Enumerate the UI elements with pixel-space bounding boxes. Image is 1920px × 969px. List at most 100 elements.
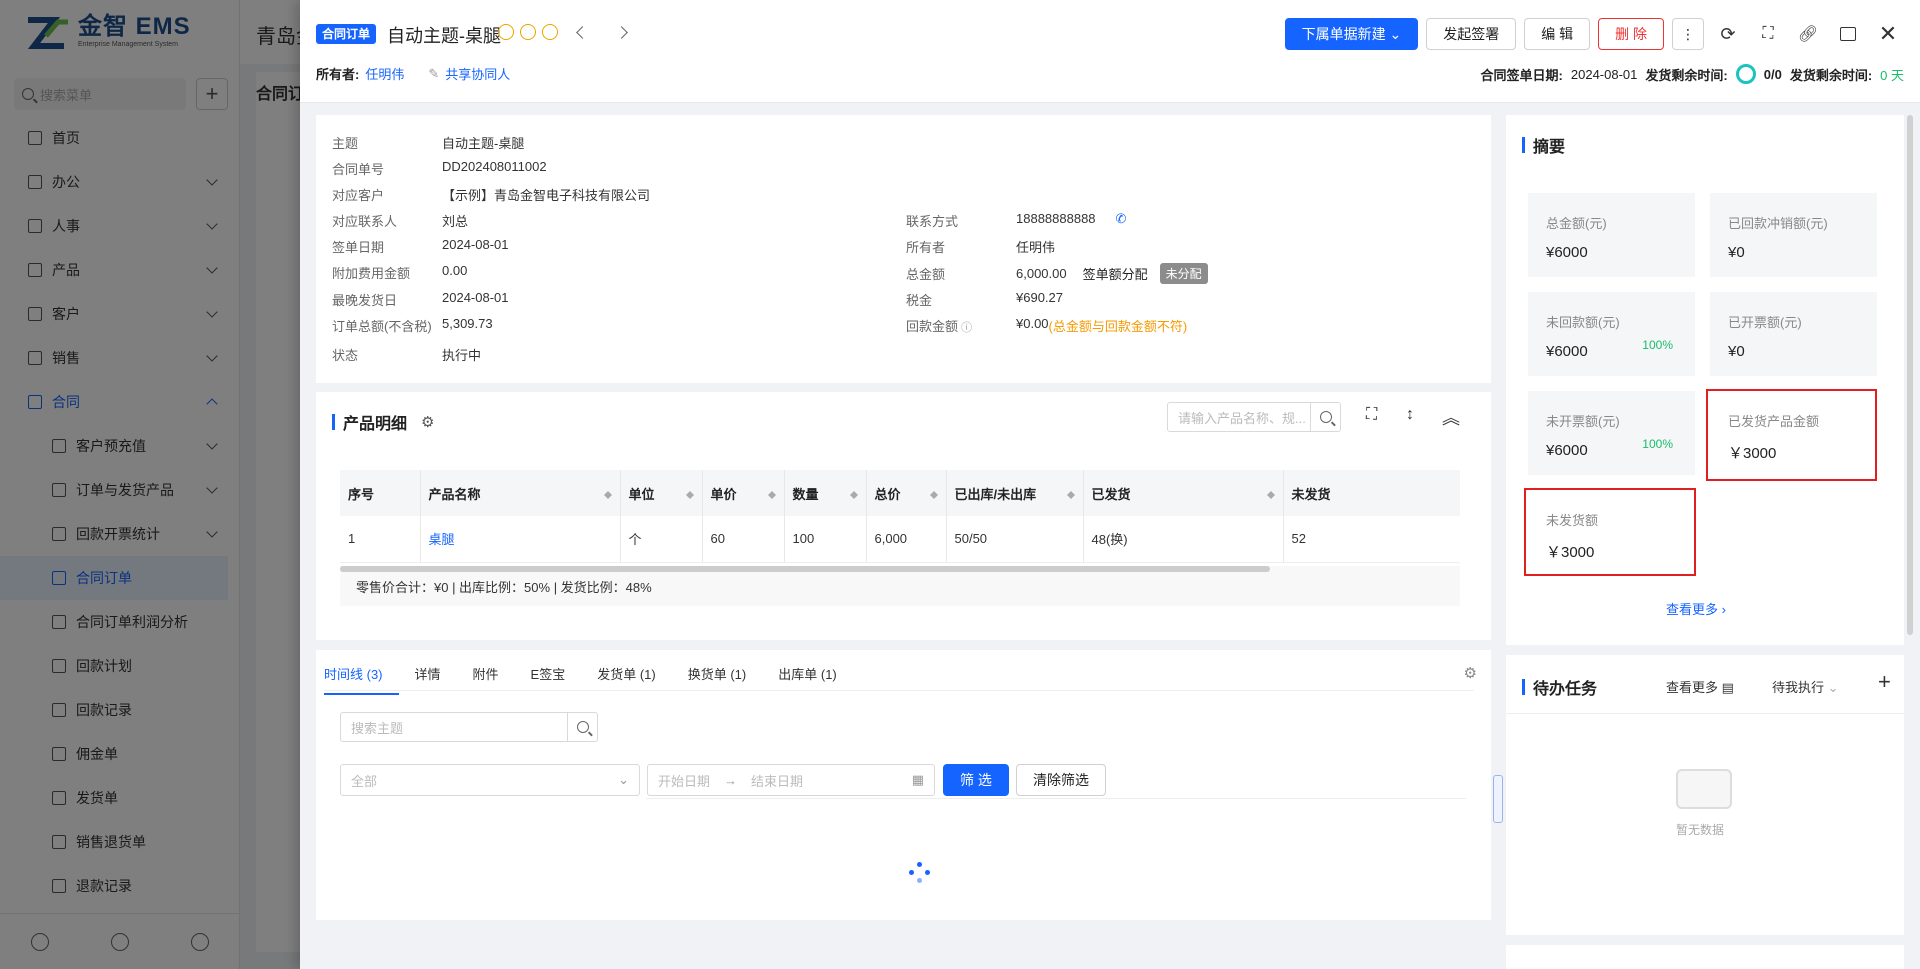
window-mode-button[interactable] [1832,18,1864,50]
window-icon [1840,27,1856,41]
sort-icon[interactable] [767,487,776,499]
summary-card: 摘要 总金额(元) ¥6000 已回款冲销额(元) ¥0 未回款额(元) ¥6000 1… [1506,115,1904,645]
side-panel-toggle[interactable] [1493,775,1503,823]
help-icon[interactable]: ⓘ [958,322,972,334]
col-header[interactable]: 单价 [702,470,785,516]
col-header[interactable]: 数量 [784,470,867,516]
sort-icon[interactable] [1266,487,1275,499]
fullscreen-icon: ⛶ [1762,25,1774,42]
approval-icon[interactable] [520,24,536,40]
search-button[interactable] [567,713,597,741]
search-icon [576,721,589,733]
vertical-scrollbar[interactable] [1907,115,1913,635]
delete-button[interactable]: 删 除 [1598,18,1664,50]
col-header[interactable]: 产品名称 [420,470,621,516]
col-header[interactable]: 已出库/未出库 [946,470,1084,516]
ship-days: 0 天 [1880,67,1904,83]
owner-row: 所有者: 任明伟 ✎ 共享协同人 [316,64,510,83]
start-sign-button[interactable]: 发起签署 [1426,18,1517,50]
table-row: 1 桌腿 个 60 100 6,000 50/50 48(换) 52 [340,516,1460,563]
timeline-search-input[interactable]: 搜索主题 [340,712,598,742]
info-field: 对应客户 【示例】青岛金智电子科技有限公司 [332,185,650,204]
customer-link[interactable]: 【示例】青岛金智电子科技有限公司 [442,185,650,204]
info-field: 状态 执行中 [332,345,481,364]
filter-divider [646,798,1466,799]
sort-icon[interactable] [603,487,612,499]
col-header[interactable]: 已发货 [1083,470,1284,516]
empty-box-icon [1676,769,1732,809]
todo-more-link[interactable]: 查看更多 ▤ [1666,677,1734,696]
col-header[interactable]: 单位 [620,470,703,516]
product-link[interactable]: 桌腿 [429,532,455,547]
close-icon: ✕ [1878,21,1898,46]
search-button[interactable] [1310,403,1340,431]
col-header: 未发货 [1283,470,1460,516]
ship-ratio: 0/0 [1763,66,1782,82]
follow-icon[interactable] [542,24,558,40]
phone-icon[interactable]: ✆ [1116,211,1127,230]
todo-title: 待办任务 [1522,675,1597,699]
todo-filter-select[interactable]: 待我执行 ⌄ [1772,677,1839,696]
chevron-right-icon[interactable] [615,25,628,39]
info-field: 合同单号 DD202408011002 [332,159,547,177]
date-range-picker[interactable]: 开始日期 → 结束日期 ▦ [647,764,935,796]
record-type-tag: 合同订单 [316,24,377,44]
table-summary: 零售价合计：¥0 | 出库比例：50% | 发货比例：48% [340,566,1460,606]
progress-ring-icon [1735,64,1756,84]
edit-button[interactable]: 编 辑 [1524,18,1591,50]
info-field: 总金额 6,000.00 签单额分配 未分配 [906,263,1208,284]
new-sub-document-button[interactable]: 下属单据新建 ⌄ [1284,18,1419,50]
chevron-down-icon: ⌄ [618,772,629,787]
owner-link[interactable]: 任明伟 [365,64,404,83]
more-actions-button[interactable]: ⋮ [1672,18,1704,50]
close-button[interactable]: ✕ [1872,18,1904,50]
sort-icon[interactable] [685,487,694,499]
info-field: 税金 ¥690.27 [906,290,1063,308]
highlight-box [1706,389,1877,481]
header-meta: 合同签单日期: 2024-08-01 发货剩余时间: 0/0 发货剩余时间: 0… [1481,64,1904,84]
search-icon [1319,411,1332,423]
fullscreen-icon[interactable]: ⛶ [1366,406,1377,424]
summary-stat: 总金额(元) ¥6000 [1528,193,1695,277]
start-date-placeholder: 开始日期 [658,773,711,789]
header-actions: 下属单据新建 ⌄ 发起签署 编 辑 删 除 ⋮ ⟳ ⛶ 🔗︎ ✕ [1284,18,1904,50]
detail-drawer: 合同订单 自动主题-桌腿 下属单据新建 ⌄ 发起签署 编 辑 删 除 ⋮ ⟳ ⛶… [300,0,1920,969]
clear-filter-button[interactable]: 清除筛选 [1016,764,1106,796]
sort-icon[interactable] [1066,487,1075,499]
sort-icon[interactable] [929,487,938,499]
contact-link[interactable]: 刘总 [442,211,468,230]
info-field: 签单日期 2024-08-01 [332,237,509,255]
share-collaborator-link[interactable]: 共享协同人 [445,64,510,83]
type-select[interactable]: 全部 ⌄ [340,764,640,796]
add-task-button[interactable]: + [1878,669,1891,695]
fullscreen-button[interactable]: ⛶ [1752,18,1784,50]
calendar-icon: ▦ [911,772,924,787]
col-header[interactable]: 总价 [866,470,947,516]
drawer-header: 合同订单 自动主题-桌腿 下属单据新建 ⌄ 发起签署 编 辑 删 除 ⋮ ⟳ ⛶… [300,0,1920,103]
collapse-up-icon[interactable]: ︽ [1442,404,1460,430]
product-detail-card: 产品明细 ⚙ 请输入产品名称、规... ⛶ ↕ ︽ 序号 产品名称 单位 单价 … [316,392,1491,640]
section-bar [1522,137,1525,153]
info-field: 附加费用金额 0.00 [332,263,468,281]
sort-icon[interactable] [849,487,858,499]
resize-vertical-icon[interactable]: ↕ [1406,406,1414,424]
product-table: 序号 产品名称 单位 单价 数量 总价 已出库/未出库 已发货 未发货 1 桌腿… [340,470,1460,563]
chevron-left-icon[interactable] [576,25,589,39]
unallocated-badge: 未分配 [1159,263,1208,284]
info-field: 回款金额 ⓘ ¥0.00 (总金额与回款金额不符) [906,316,1188,334]
highlight-box [1524,488,1696,576]
product-search-input[interactable]: 请输入产品名称、规... [1167,402,1341,432]
filter-button[interactable]: 筛 选 [943,764,1009,796]
copy-link-button[interactable]: 🔗︎ [1792,18,1824,50]
edit-icon: ✎ [428,65,440,81]
info-field: 主题 自动主题-桌腿 [332,136,525,151]
summary-more-link[interactable]: 查看更多 › [1666,599,1726,618]
status-icon[interactable] [498,24,514,40]
horizontal-scrollbar[interactable] [340,566,1270,572]
info-field: 所有者 任明伟 [906,240,1056,255]
record-title: 自动主题-桌腿 [387,26,501,46]
refresh-button[interactable]: ⟳ [1712,18,1744,50]
gear-icon[interactable]: ⚙ [421,413,434,431]
list-icon: ▤ [1721,680,1734,695]
gear-icon[interactable]: ⚙ [1464,664,1477,682]
